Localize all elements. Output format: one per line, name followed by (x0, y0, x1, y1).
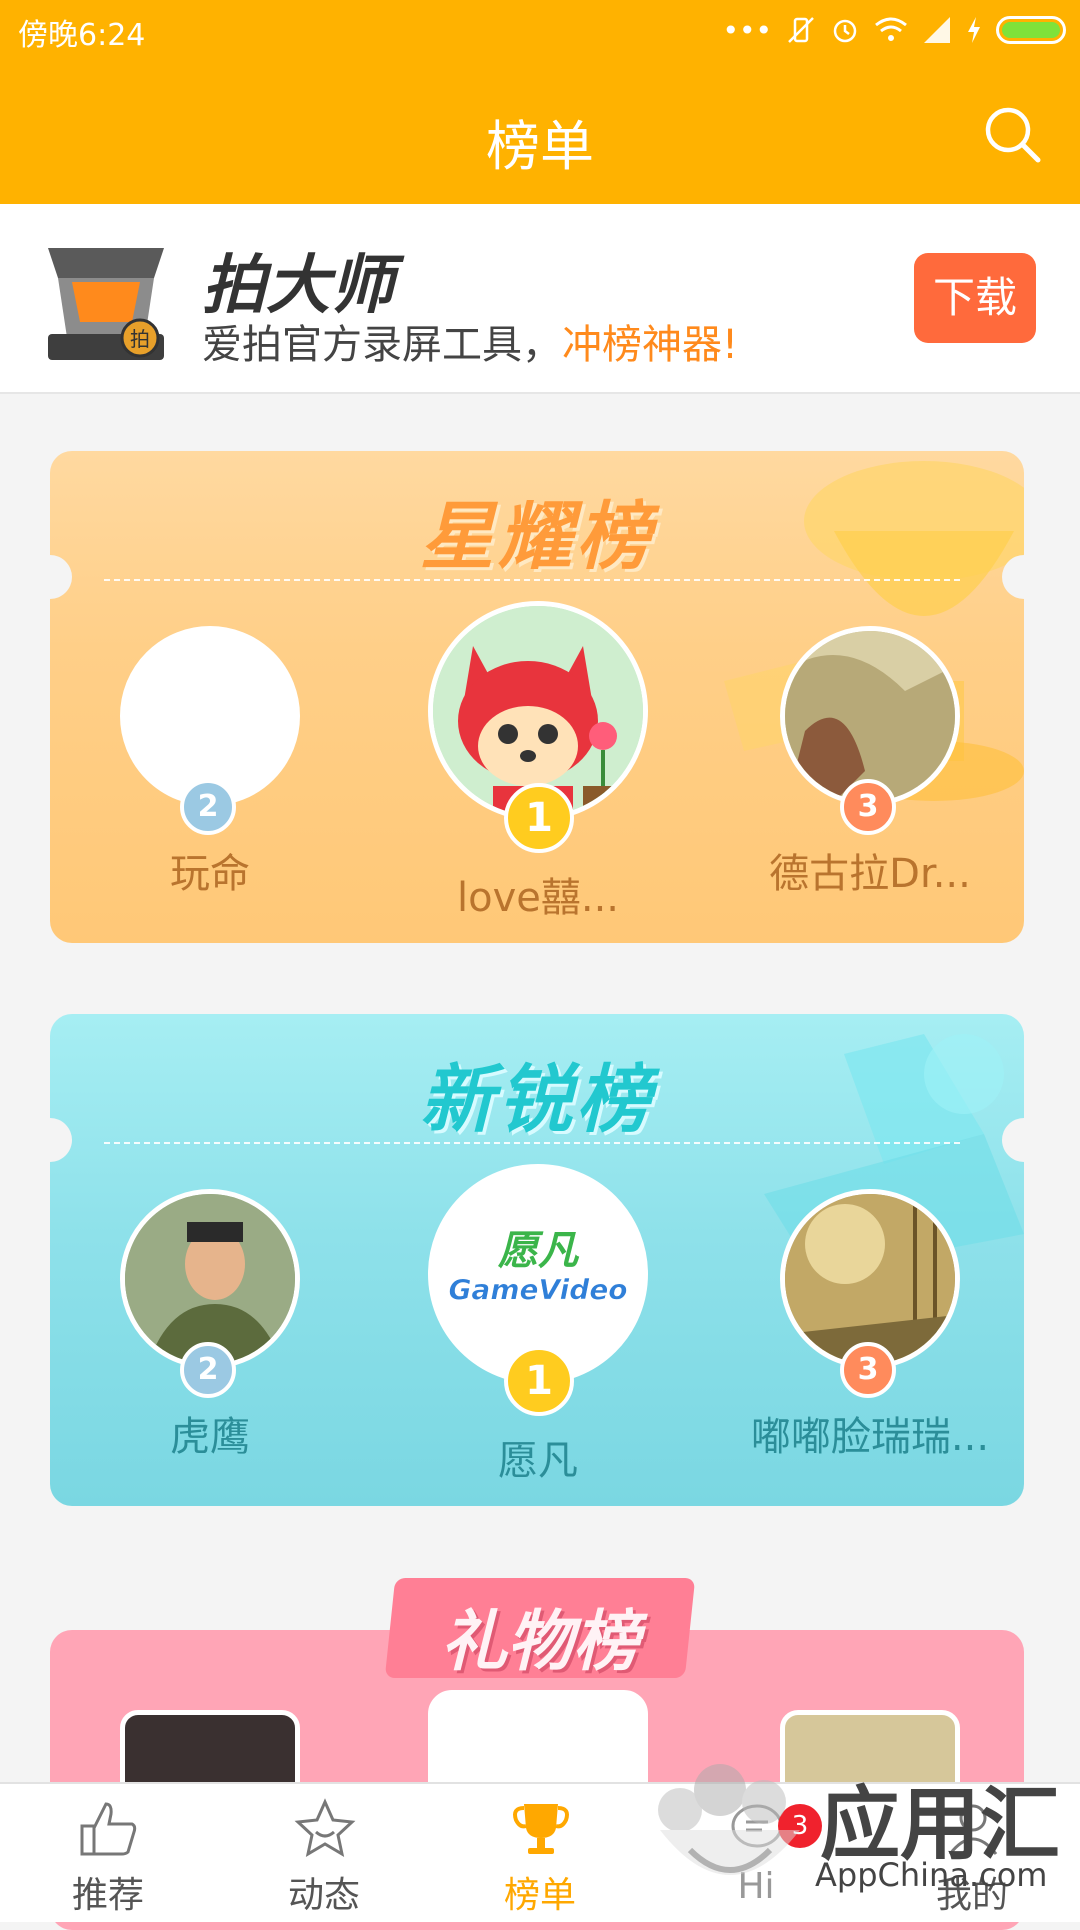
rank-2-badge: 2 (180, 1342, 236, 1398)
tab-feed-label: 动态 (287, 1875, 360, 1916)
app-bar: 榜单 (0, 62, 1080, 204)
tab-ranking[interactable]: 榜单 (432, 1784, 648, 1922)
star-board-card[interactable]: 星耀榜 2 玩命 1 love囍... 3 德古拉Dr... (50, 451, 1024, 943)
divider (104, 579, 960, 581)
tab-recommend[interactable]: 推荐 (0, 1784, 216, 1922)
rank-3-badge: 3 (840, 1342, 896, 1398)
tab-feed[interactable]: 动态 (216, 1784, 432, 1922)
rank-1-badge: 1 (504, 1346, 574, 1416)
rank-3-badge: 3 (840, 779, 896, 835)
ad-slogan-text: 爱拍官方录屏工具， (202, 322, 562, 368)
ad-banner[interactable]: 拍 拍大师 爱拍官方录屏工具，冲榜神器! 下载 (0, 204, 1080, 394)
new-board-title: 新锐榜 (420, 1057, 654, 1143)
pai-da-shi-logo: 拍 (48, 248, 164, 360)
more-dots-icon: ••• (722, 13, 772, 47)
alarm-icon (833, 19, 857, 43)
ad-slogan: 爱拍官方录屏工具，冲榜神器! (202, 312, 738, 370)
tab-recommend-label: 推荐 (71, 1875, 144, 1916)
user-name-rank-1: love囍... (456, 875, 619, 921)
user-name-rank-2: 玩命 (170, 851, 250, 897)
logo-badge: 拍 (130, 327, 150, 351)
trophy-icon (513, 1804, 569, 1854)
ad-slogan-highlight: 冲榜神器! (562, 322, 739, 368)
logo-text-top: 愿凡 (497, 1228, 580, 1274)
search-icon[interactable] (980, 102, 1044, 166)
rank-1-badge: 1 (504, 783, 574, 853)
user-name-rank-3: 德古拉Dr... (769, 851, 971, 897)
user-name-rank-2: 虎鹰 (170, 1414, 250, 1460)
charging-icon (968, 17, 980, 43)
gift-board-title: 礼物榜 (441, 1603, 639, 1680)
star-icon (294, 1798, 356, 1858)
new-board-card[interactable]: 新锐榜 2 虎鹰 愿凡 GameVideo 1 愿凡 3 嘟嘟脸瑞瑞... (50, 1014, 1024, 1506)
status-icons: ••• (722, 8, 1066, 52)
divider (104, 1142, 960, 1144)
status-time: 傍晚6:24 (18, 18, 146, 53)
user-name-rank-1: 愿凡 (498, 1438, 578, 1484)
status-bar: 傍晚6:24 ••• (0, 0, 1080, 62)
watermark-sub: AppChina.com (815, 1856, 1048, 1894)
logo-text-bottom: GameVideo (448, 1273, 627, 1306)
rank-2-badge: 2 (180, 779, 236, 835)
battery-icon (996, 16, 1066, 44)
page-title: 榜单 (486, 115, 594, 178)
tab-ranking-label: 榜单 (503, 1875, 576, 1916)
star-board-title: 星耀榜 (420, 494, 654, 580)
signal-icon (924, 17, 950, 43)
vibrate-off-icon (788, 17, 814, 43)
wifi-icon (875, 17, 907, 41)
download-button[interactable]: 下载 (914, 253, 1036, 343)
user-name-rank-3: 嘟嘟脸瑞瑞... (750, 1414, 990, 1460)
thumbs-up-icon (80, 1802, 137, 1856)
